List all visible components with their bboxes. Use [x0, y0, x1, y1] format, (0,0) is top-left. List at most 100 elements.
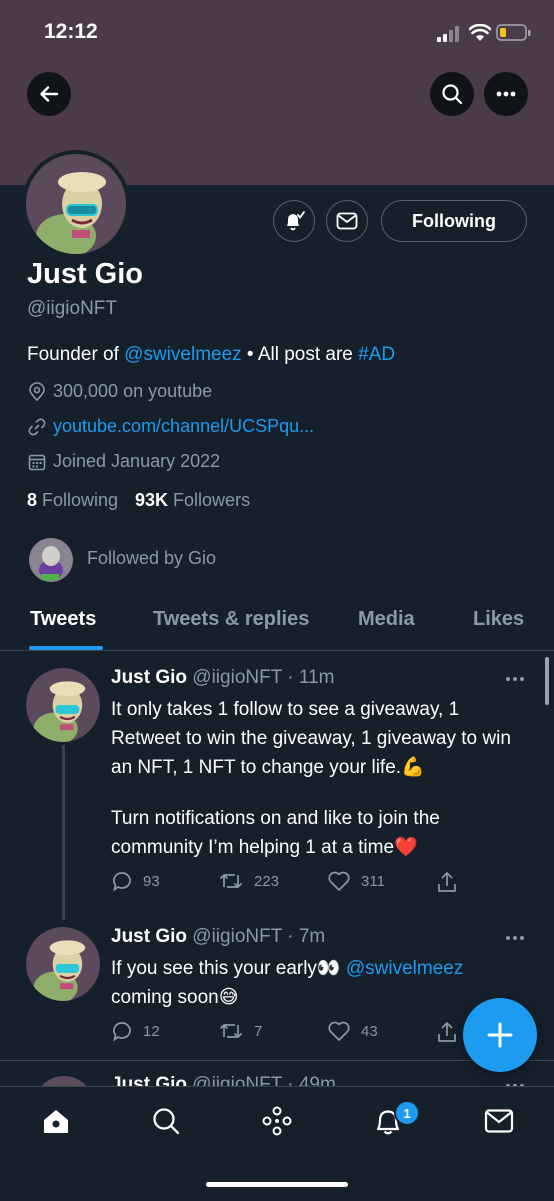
tweet-avatar[interactable] [26, 668, 100, 742]
home-icon [44, 1110, 68, 1133]
tweet-header: Just Gio @iigioNFT · 7m [111, 926, 325, 948]
tweet-more-icon[interactable] [505, 676, 525, 682]
retweet-action[interactable]: 7 [218, 1020, 262, 1042]
search-button[interactable] [430, 72, 474, 116]
reply-count: 12 [143, 1022, 160, 1040]
following-stat[interactable]: 8 Following [27, 490, 118, 511]
tweet-header: Just Gio @iigioNFT · 11m [111, 667, 334, 689]
retweet-count: 223 [254, 872, 280, 890]
home-indicator [206, 1182, 348, 1187]
retweet-count: 7 [254, 1022, 263, 1040]
compose-tweet-button[interactable] [463, 998, 537, 1072]
notifications-button[interactable] [273, 200, 315, 242]
followers-label: Followers [173, 490, 251, 510]
message-button[interactable] [326, 200, 368, 242]
bio-mention-link[interactable]: @swivelmeez [124, 344, 241, 365]
joined-text: Joined January 2022 [53, 451, 221, 471]
follower-avatar[interactable] [29, 538, 73, 582]
retweet-icon [219, 1024, 243, 1038]
profile-location: 300,000 on youtube [27, 381, 212, 402]
battery-icon [496, 24, 531, 41]
like-count: 311 [361, 872, 385, 890]
retweet-icon [219, 874, 243, 888]
tweet-divider [0, 1060, 554, 1061]
ape-avatar-image [26, 668, 100, 742]
followed-by-text: Followed by Gio [87, 548, 217, 568]
status-time: 12:12 [44, 20, 98, 43]
like-action[interactable]: 43 [327, 1020, 378, 1042]
tweet-mention-link[interactable]: @swivelmeez [346, 958, 463, 979]
follower-avatar-image [29, 538, 73, 582]
status-bar: 12:12 [0, 0, 554, 66]
nav-search[interactable] [149, 1104, 183, 1138]
share-icon[interactable] [435, 870, 459, 894]
profile-website: youtube.com/channel/UCSPqu... [27, 416, 314, 437]
tab-likes[interactable]: Likes [473, 608, 524, 631]
tweet-author-name[interactable]: Just Gio [111, 926, 187, 947]
share-icon[interactable] [435, 1020, 459, 1044]
retweet-action[interactable]: 223 [218, 870, 279, 892]
ape-avatar-image [26, 154, 126, 254]
reply-icon [113, 872, 131, 892]
link-icon [28, 418, 46, 435]
envelope-icon [336, 212, 358, 230]
tweet-meta: @iigioNFT · 11m [192, 667, 335, 688]
followers-stat[interactable]: 93K Followers [135, 490, 250, 511]
reply-action[interactable]: 12 [111, 1020, 160, 1042]
nav-home[interactable] [39, 1104, 73, 1138]
like-action[interactable]: 311 [327, 870, 385, 892]
profile-avatar[interactable] [22, 150, 130, 258]
calendar-icon [28, 454, 46, 470]
tabs-divider [0, 650, 554, 651]
ape-avatar-image [26, 927, 100, 1001]
search-icon [153, 1108, 180, 1135]
tweet-avatar[interactable] [26, 927, 100, 1001]
tweet-author-name[interactable]: Just Gio [111, 667, 187, 688]
profile-joined: Joined January 2022 [27, 451, 220, 472]
notification-badge: 1 [394, 1100, 420, 1126]
followers-count: 93K [135, 490, 169, 510]
heart-icon [328, 871, 350, 891]
signal-icon [437, 26, 459, 42]
more-dots-icon [496, 91, 516, 97]
tweet-text-part: If you see this your early👀 [111, 958, 346, 979]
arrow-left-icon [40, 86, 59, 102]
heart-icon [328, 1021, 350, 1041]
reply-count: 93 [143, 872, 160, 890]
nav-spaces[interactable] [260, 1104, 294, 1138]
bio-text: Founder of [27, 344, 125, 365]
bio-hashtag-link[interactable]: #AD [358, 344, 395, 365]
bell-check-icon [287, 211, 305, 231]
plus-icon [487, 1022, 513, 1048]
bio-text: • All post are [241, 344, 359, 365]
more-button[interactable] [484, 72, 528, 116]
profile-handle: @iigioNFT [27, 298, 118, 319]
profile-name: Just Gio [27, 258, 144, 290]
nav-messages[interactable] [482, 1104, 516, 1138]
tab-media[interactable]: Media [358, 608, 415, 631]
like-count: 43 [361, 1022, 378, 1040]
location-text: 300,000 on youtube [53, 381, 213, 401]
tab-tweets-replies[interactable]: Tweets & replies [153, 608, 309, 631]
location-pin-icon [29, 381, 45, 401]
scrollbar-thumb[interactable] [545, 657, 549, 705]
tab-tweets[interactable]: Tweets [30, 608, 96, 631]
reply-action[interactable]: 93 [111, 870, 160, 892]
tweet-text: It only takes 1 follow to see a giveaway… [111, 699, 511, 778]
following-count: 8 [27, 490, 38, 510]
following-button[interactable]: Following [381, 200, 527, 242]
thread-line [62, 745, 65, 920]
envelope-icon [484, 1109, 514, 1133]
wifi-icon [469, 24, 491, 41]
tweet-text: Turn notifications on and like to join t… [111, 808, 440, 858]
website-link[interactable]: youtube.com/channel/UCSPqu... [53, 416, 314, 437]
reply-icon [113, 1022, 131, 1042]
tweet-text-part: coming soon😅 [111, 987, 239, 1008]
search-icon [442, 84, 463, 105]
spaces-icon [262, 1106, 292, 1136]
tweet-partial: Just Gio @iigioNFT · 49m [0, 1066, 554, 1088]
back-button[interactable] [27, 72, 71, 116]
tweet-text: If you see this your early👀 @swivelmeez … [111, 954, 526, 1012]
tweet-more-icon[interactable] [505, 935, 525, 941]
profile-bio: Founder of @swivelmeez • All post are #A… [27, 344, 395, 366]
